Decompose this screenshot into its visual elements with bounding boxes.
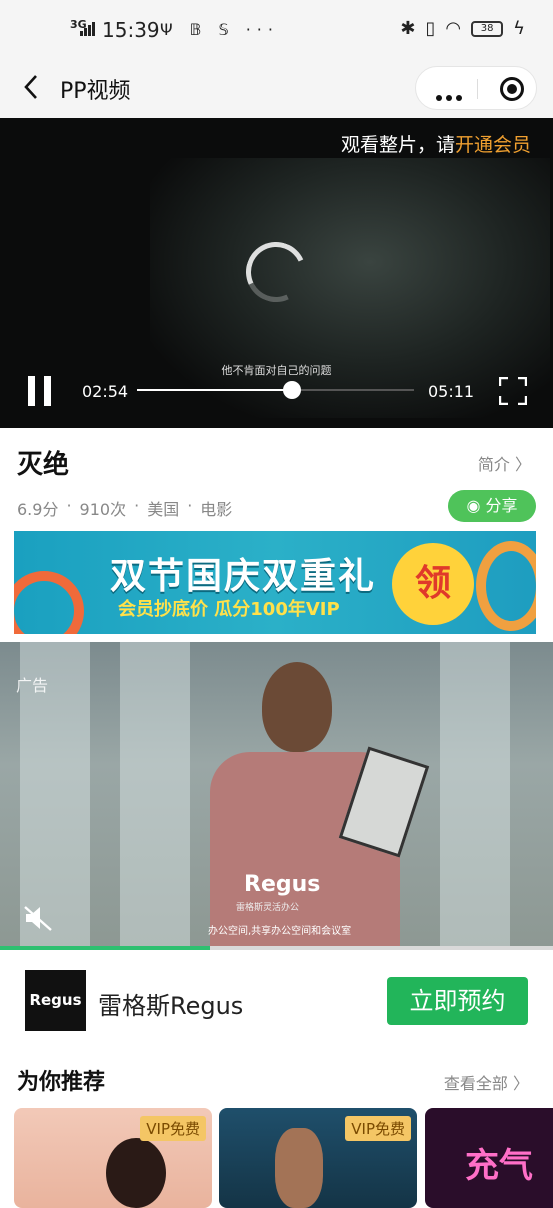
share-label: 分享 (485, 496, 518, 515)
advertiser-name[interactable]: 雷格斯Regus (98, 986, 243, 1021)
recommend-card[interactable]: 充气 (425, 1108, 553, 1208)
status-bar: 3G 15:39 Ψ 𝔹 𝕊 ··· ✱ ▯ ◠ 38 ϟ (0, 0, 553, 60)
fullscreen-icon[interactable] (499, 377, 527, 405)
ad-progress-fill (0, 946, 211, 950)
wifi-icon: ◠ (445, 18, 462, 39)
seek-bar-played (137, 389, 293, 391)
clock: 15:39 (102, 18, 160, 42)
intro-link[interactable]: 简介 〉 (478, 451, 531, 475)
seek-bar[interactable] (137, 381, 414, 399)
banner-headline: 双节国庆双重礼 (110, 556, 377, 597)
page-title: PP视频 (60, 79, 131, 104)
close-miniapp-icon[interactable] (500, 77, 524, 101)
ad-progress-bar (0, 946, 553, 950)
card-thumbnail (275, 1128, 323, 1208)
miniapp-capsule (415, 66, 537, 110)
recommend-card[interactable]: VIP免费 (14, 1108, 212, 1208)
charging-icon: ϟ (513, 18, 525, 39)
battery-icon: 38 (471, 20, 504, 37)
vip-badge: VIP免费 (345, 1116, 411, 1141)
meta-separator: · (187, 496, 193, 515)
banner-subline: 会员抄底价 瓜分100年VIP (118, 599, 340, 620)
view-count: 910次 (79, 500, 127, 519)
movie-meta: 6.9分 · 910次 · 美国 · 电影 (17, 496, 232, 520)
vip-open-link[interactable]: 开通会员 (455, 134, 531, 156)
video-ad[interactable]: 广告 Regus 雷格斯灵活办公 办公空间,共享办公空间和会议室 (0, 642, 553, 948)
video-player[interactable]: 观看整片，请开通会员 他不肯面对自己的问题 02:54 05:11 (0, 118, 553, 428)
vibrate-icon: ▯ (425, 18, 436, 39)
mute-icon[interactable] (22, 902, 54, 934)
app-header: PP视频 (0, 60, 553, 118)
seek-handle[interactable] (283, 381, 302, 399)
decor-window (120, 642, 190, 948)
signal-icon (80, 22, 95, 36)
recommend-card[interactable]: VIP免费 (219, 1108, 417, 1208)
advertiser-logo[interactable]: Regus (25, 970, 86, 1031)
ad-logo-sub: 雷格斯灵活办公 (236, 903, 300, 913)
video-frame (150, 158, 550, 418)
vip-prompt: 观看整片，请开通会员 (341, 130, 531, 157)
card-thumbnail (106, 1138, 166, 1208)
book-now-button[interactable]: 立即预约 (387, 977, 528, 1025)
notification-icons: Ψ 𝔹 𝕊 ··· (160, 20, 279, 39)
meta-separator: · (66, 496, 72, 515)
view-all-link[interactable]: 查看全部 〉 (444, 1070, 529, 1094)
back-arrow-icon[interactable] (18, 72, 48, 102)
decor-window (440, 642, 510, 948)
ad-label: 广告 (16, 676, 49, 695)
ad-tagline: 办公空间,共享办公空间和会议室 (208, 926, 352, 937)
category: 电影 (200, 500, 233, 519)
region: 美国 (147, 500, 180, 519)
share-button[interactable]: ◉ 分享 (448, 490, 536, 522)
promo-banner[interactable]: 双节国庆双重礼 会员抄底价 瓜分100年VIP 领 (14, 531, 536, 634)
vip-prompt-text: 观看整片，请 (340, 134, 455, 156)
decor-wave (14, 571, 84, 634)
movie-title: 灭绝 (17, 450, 70, 480)
card-thumbnail-text: 充气 (465, 1146, 533, 1186)
video-subtitle: 他不肯面对自己的问题 (221, 364, 332, 377)
total-time: 05:11 (428, 382, 475, 401)
decor-wave (476, 541, 536, 631)
bluetooth-icon: ✱ (400, 18, 416, 39)
claim-badge[interactable]: 领 (392, 543, 474, 625)
ad-person-head (262, 662, 332, 752)
vip-badge: VIP免费 (140, 1116, 206, 1141)
meta-separator: · (134, 496, 140, 515)
section-title: 为你推荐 (17, 1070, 106, 1095)
pause-icon[interactable] (28, 376, 54, 406)
more-icon[interactable] (436, 86, 466, 105)
capsule-divider (477, 79, 478, 99)
wechat-icon: ◉ (466, 496, 486, 515)
score: 6.9分 (17, 500, 59, 519)
ad-logo: Regus (244, 872, 321, 897)
current-time: 02:54 (82, 382, 129, 401)
